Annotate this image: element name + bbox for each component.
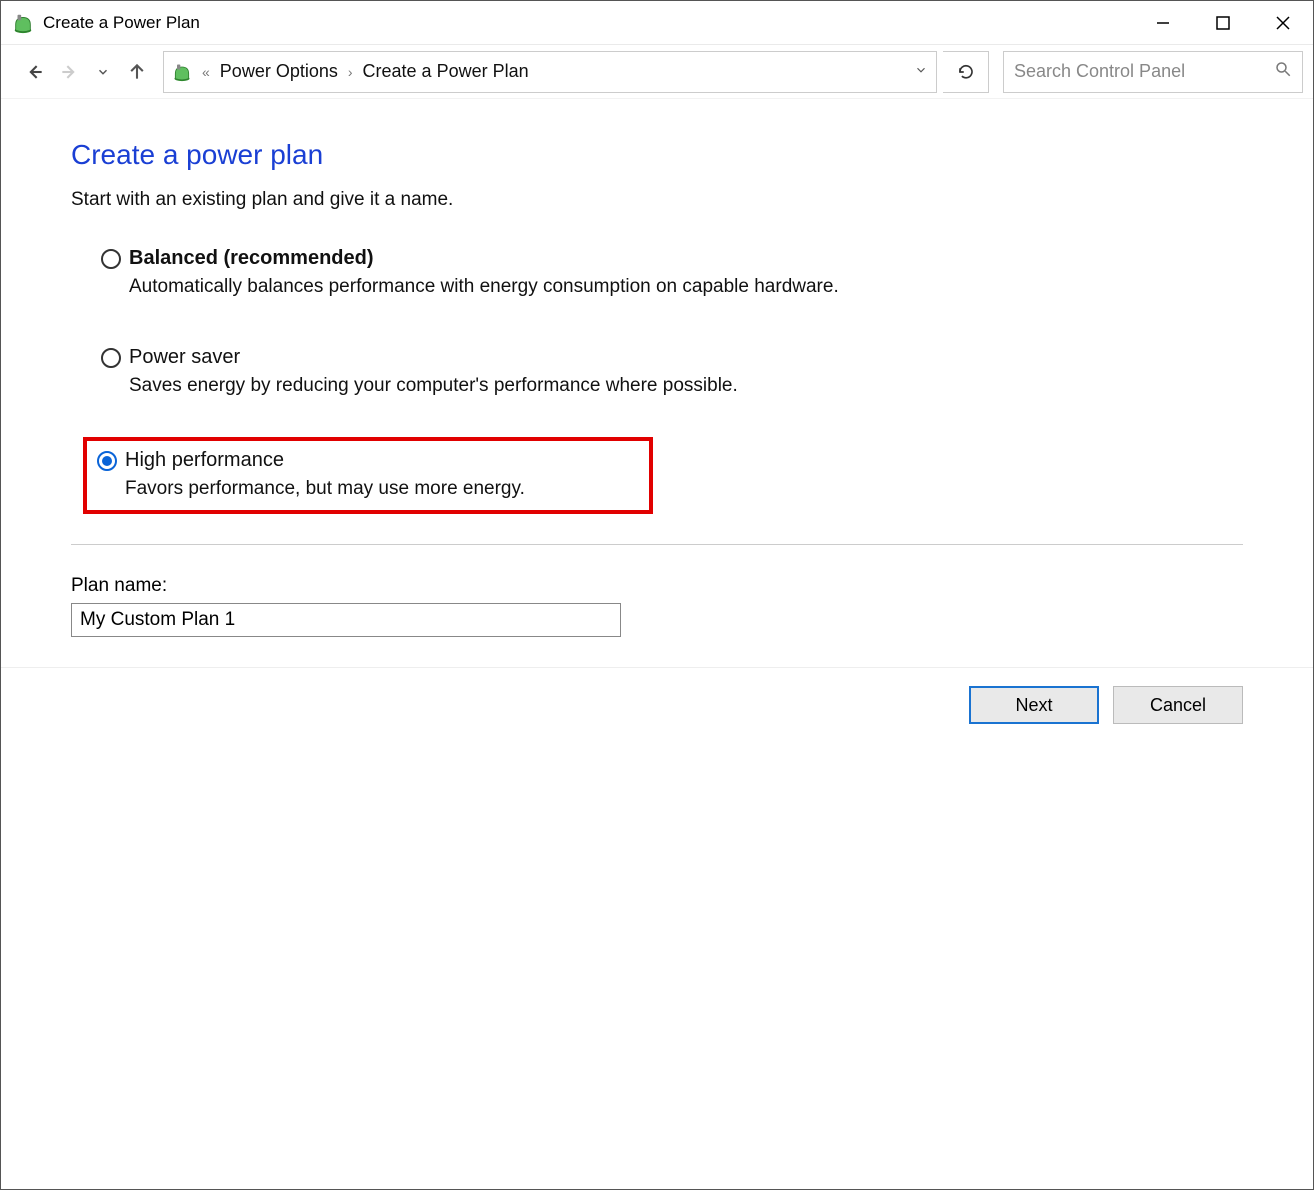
chevron-left-double-icon[interactable]: « xyxy=(202,64,210,80)
window-title: Create a Power Plan xyxy=(43,13,200,33)
plan-options: Balanced (recommended) Automatically bala… xyxy=(71,239,1243,514)
search-placeholder: Search Control Panel xyxy=(1014,61,1274,82)
next-button[interactable]: Next xyxy=(969,686,1099,724)
chevron-down-icon[interactable] xyxy=(914,61,928,82)
page-subtitle: Start with an existing plan and give it … xyxy=(71,189,1243,211)
plan-description: Favors performance, but may use more ene… xyxy=(125,478,639,500)
forward-button xyxy=(55,58,83,86)
footer: Next Cancel xyxy=(1,667,1313,742)
radio-button[interactable] xyxy=(101,348,121,368)
address-bar[interactable]: « Power Options › Create a Power Plan xyxy=(163,51,937,93)
plan-option: High performance Favors performance, but … xyxy=(83,437,653,514)
plan-label[interactable]: High performance xyxy=(125,449,284,472)
power-plan-icon xyxy=(172,62,192,82)
navigation-bar: « Power Options › Create a Power Plan Se… xyxy=(1,45,1313,99)
plan-description: Saves energy by reducing your computer's… xyxy=(129,375,1233,397)
maximize-button[interactable] xyxy=(1193,1,1253,45)
titlebar: Create a Power Plan xyxy=(1,1,1313,45)
chevron-right-icon: › xyxy=(348,64,353,80)
plan-option: Power saver Saves energy by reducing your… xyxy=(97,338,1243,407)
up-button[interactable] xyxy=(123,58,151,86)
close-button[interactable] xyxy=(1253,1,1313,45)
recent-dropdown-icon[interactable] xyxy=(89,58,117,86)
cancel-button[interactable]: Cancel xyxy=(1113,686,1243,724)
search-input[interactable]: Search Control Panel xyxy=(1003,51,1303,93)
minimize-button[interactable] xyxy=(1133,1,1193,45)
plan-label[interactable]: Balanced (recommended) xyxy=(129,247,374,270)
radio-button[interactable] xyxy=(97,451,117,471)
radio-button[interactable] xyxy=(101,249,121,269)
refresh-button[interactable] xyxy=(943,51,989,93)
plan-description: Automatically balances performance with … xyxy=(129,276,1233,298)
separator xyxy=(71,544,1243,545)
back-button[interactable] xyxy=(21,58,49,86)
plan-name-label: Plan name: xyxy=(71,575,1243,597)
power-plan-icon xyxy=(11,11,35,35)
breadcrumb-item[interactable]: Create a Power Plan xyxy=(363,61,529,82)
plan-option: Balanced (recommended) Automatically bala… xyxy=(97,239,1243,308)
content-area: Create a power plan Start with an existi… xyxy=(1,99,1313,657)
search-icon xyxy=(1274,60,1292,83)
breadcrumb-item[interactable]: Power Options xyxy=(220,61,338,82)
plan-label[interactable]: Power saver xyxy=(129,346,240,369)
plan-name-input[interactable] xyxy=(71,603,621,637)
page-title: Create a power plan xyxy=(71,139,1243,171)
